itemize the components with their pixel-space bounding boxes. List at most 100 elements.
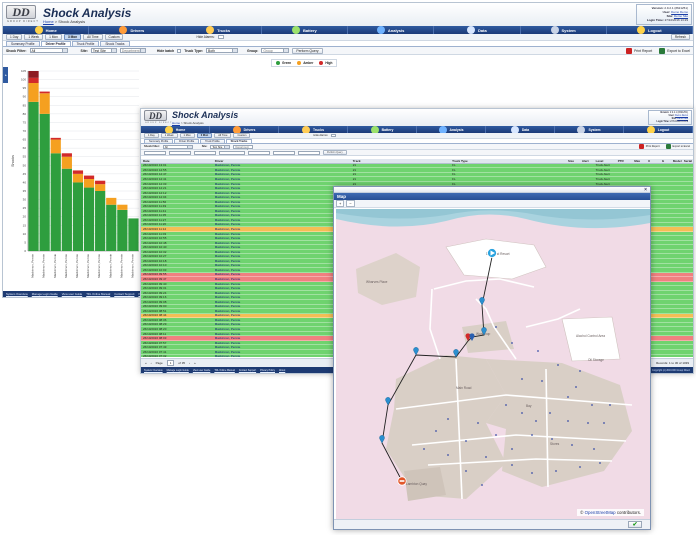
period-button-all-time-2[interactable]: All Time: [214, 133, 232, 138]
bar-segment-6-1[interactable]: [95, 184, 106, 191]
cell-text[interactable]: Mackinnon, Pennie: [215, 223, 241, 227]
bar-segment-7-1[interactable]: [106, 197, 117, 205]
nav-item-trucks[interactable]: Trucks: [176, 26, 262, 34]
bar-segment-0-0[interactable]: [28, 101, 39, 251]
footer-link-3[interactable]: TDL Online Manual: [86, 292, 110, 296]
bar-segment-8-0[interactable]: [117, 209, 128, 251]
pager-prev-icon[interactable]: ‹: [151, 361, 152, 365]
grid-column-header[interactable]: Date: [141, 159, 213, 163]
bar-segment-3-0[interactable]: [61, 168, 72, 251]
site-filter-select-2[interactable]: Test Site: [210, 144, 231, 149]
footer-link-2[interactable]: View user Guide: [62, 292, 82, 296]
bar-segment-2-2[interactable]: [50, 137, 61, 140]
period-button-1-day[interactable]: 1 Day: [6, 34, 23, 40]
cell-text[interactable]: Mackinnon, Pennie: [215, 245, 241, 249]
tab-truck-profile[interactable]: Truck Profile: [71, 41, 100, 46]
bar-segment-7-0[interactable]: [106, 204, 117, 251]
nav-item-battery[interactable]: Battery: [262, 26, 348, 34]
tab-driver-profile-2[interactable]: Driver Profile: [174, 139, 200, 143]
cell-text[interactable]: Mackinnon, Pennie: [215, 305, 241, 309]
period-button-custom[interactable]: Custom: [104, 34, 124, 40]
bar-segment-4-0[interactable]: [72, 182, 84, 251]
hide-alarms-checkbox[interactable]: [217, 35, 224, 39]
grid-column-header[interactable]: Model: [671, 159, 682, 163]
cell-text[interactable]: Mackinnon, Pennie: [215, 168, 241, 172]
openstreetmap-link[interactable]: OpenStreetMap: [585, 510, 616, 515]
bar-segment-1-0[interactable]: [39, 113, 50, 251]
cell-text[interactable]: Mackinnon, Pennie: [215, 218, 241, 222]
x-tick-label[interactable]: Mackinnon, Pennie: [86, 254, 90, 278]
tab-truck-profile-2[interactable]: Truck Profile: [200, 139, 225, 143]
cell-text[interactable]: Mackinnon, Pennie: [215, 177, 241, 181]
cell-text[interactable]: Mackinnon, Pennie: [215, 350, 241, 354]
shock-filter-select-2[interactable]: All: [162, 144, 193, 149]
nav-item-data[interactable]: Data: [434, 26, 521, 34]
bar-segment-9-0[interactable]: [128, 218, 139, 251]
x-tick-label[interactable]: Mackinnon, Pennie: [31, 254, 35, 278]
bar-segment-2-1[interactable]: [50, 139, 61, 154]
cell-text[interactable]: Mackinnon, Pennie: [215, 300, 241, 304]
footer-link-0-2[interactable]: System Overview: [144, 369, 163, 372]
bar-segment-5-1[interactable]: [83, 179, 95, 188]
period-button-custom-2[interactable]: Custom: [233, 133, 251, 138]
nav-item-drivers[interactable]: Drivers: [89, 26, 176, 34]
user-link-2[interactable]: Demo Demo: [675, 115, 688, 117]
nav-item-battery-2[interactable]: Battery: [348, 125, 417, 134]
bar-segment-6-0[interactable]: [95, 191, 106, 251]
site-link-2[interactable]: Demo Site: [677, 118, 688, 120]
cell-text[interactable]: Mackinnon, Pennie: [215, 191, 241, 195]
refresh-button[interactable]: Refresh: [670, 34, 690, 40]
nav-item-system-2[interactable]: System: [555, 125, 624, 134]
period-button-1-day-2[interactable]: 1 Day: [144, 133, 159, 138]
tab-summary-profile-2[interactable]: Summary Profile: [144, 139, 174, 143]
cell-text[interactable]: Mackinnon, Pennie: [215, 295, 241, 299]
grid-column-header[interactable]: Level: [594, 159, 616, 163]
period-button-1-mon-2[interactable]: 1 Mon: [179, 133, 195, 138]
cell-text[interactable]: Mackinnon, Pennie: [215, 241, 241, 245]
department-select-2[interactable]: Department: [233, 144, 254, 151]
pager-first-icon[interactable]: «: [145, 361, 147, 365]
bar-segment-4-2[interactable]: [72, 170, 84, 174]
cell-text[interactable]: Mackinnon, Pennie: [215, 209, 241, 213]
bar-segment-8-1[interactable]: [117, 204, 128, 210]
cell-text[interactable]: Mackinnon, Pennie: [215, 214, 241, 218]
cell-text[interactable]: Mackinnon, Pennie: [215, 236, 241, 240]
bar-segment-4-1[interactable]: [72, 173, 84, 183]
perform-query-button-2[interactable]: Perform Query: [323, 150, 347, 155]
tab-summary-profile[interactable]: Summary Profile: [6, 41, 40, 46]
tab-shock-tracks[interactable]: Shock Tracks: [100, 41, 130, 46]
bar-segment-0-3[interactable]: [28, 71, 39, 78]
cell-text[interactable]: Mackinnon, Pennie: [215, 227, 241, 231]
cell-text[interactable]: Mackinnon, Pennie: [215, 309, 241, 313]
footer-link-5-2[interactable]: Privacy Policy: [260, 369, 275, 372]
zoom-out-button[interactable]: −: [346, 200, 355, 207]
period-button-all-time[interactable]: All Time: [83, 34, 103, 40]
cell-text[interactable]: Mackinnon, Pennie: [215, 323, 241, 327]
shock-filter-select[interactable]: All: [29, 48, 68, 53]
bar-segment-5-2[interactable]: [83, 175, 95, 179]
filter-truck-type[interactable]: [219, 150, 245, 155]
footer-link-4-2[interactable]: Contact Support: [239, 369, 256, 372]
print-report-button[interactable]: Print Report: [626, 47, 652, 54]
nav-item-analysis[interactable]: Analysis: [348, 26, 435, 34]
cell-text[interactable]: Mackinnon, Pennie: [215, 314, 241, 318]
filter-driver[interactable]: [194, 150, 216, 155]
nav-item-data-2[interactable]: Data: [486, 125, 555, 134]
pager-last-icon[interactable]: »: [194, 361, 196, 365]
footer-link-1[interactable]: Manage Login Guide: [32, 292, 58, 296]
breadcrumb-home-link-2[interactable]: Home: [172, 121, 180, 125]
nav-item-drivers-2[interactable]: Drivers: [210, 125, 279, 134]
tab-driver-profile[interactable]: Driver Profile: [40, 41, 71, 46]
cell-text[interactable]: Mackinnon, Pennie: [215, 291, 241, 295]
bar-segment-5-0[interactable]: [83, 187, 95, 251]
period-button-3-mon-2[interactable]: 3 Mon: [196, 133, 213, 138]
cell-text[interactable]: Mackinnon, Pennie: [215, 327, 241, 331]
hide-batch-checkbox[interactable]: [177, 48, 182, 53]
cell-text[interactable]: Mackinnon, Pennie: [215, 254, 241, 258]
bar-segment-0-1[interactable]: [28, 83, 39, 102]
nav-item-trucks-2[interactable]: Trucks: [279, 125, 348, 134]
site-filter-select[interactable]: Test Site: [90, 48, 117, 53]
zoom-in-button[interactable]: +: [336, 200, 345, 207]
grid-column-header[interactable]: PTR: [616, 159, 633, 163]
cell-text[interactable]: Mackinnon, Pennie: [215, 164, 241, 168]
